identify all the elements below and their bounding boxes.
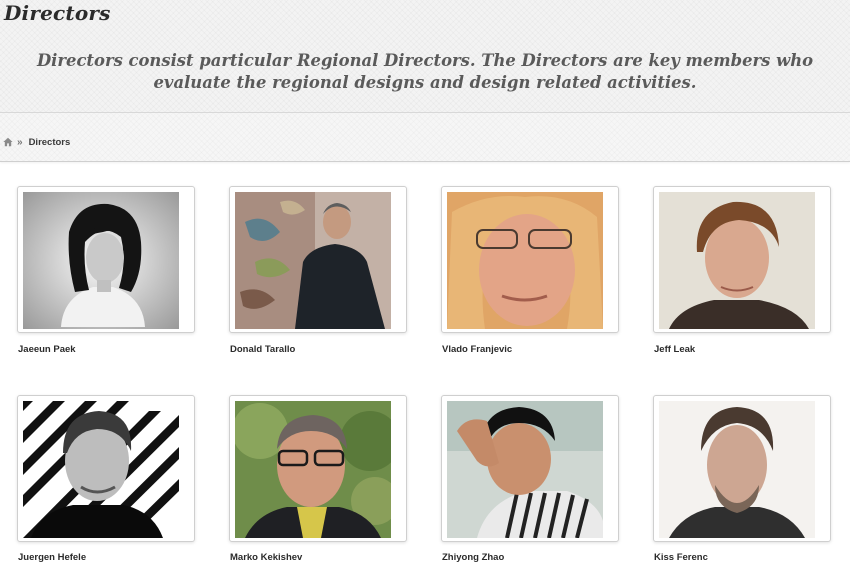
director-photo-card[interactable] <box>17 186 195 333</box>
director-name[interactable]: Vlado Franjevic <box>442 344 642 355</box>
director-photo <box>235 192 391 329</box>
director-name[interactable]: Jeff Leak <box>654 344 850 355</box>
director-photo-card[interactable] <box>653 186 831 333</box>
director-name[interactable]: Donald Tarallo <box>230 344 430 355</box>
director-name[interactable]: Kiss Ferenc <box>654 552 850 563</box>
director-photo <box>23 401 179 538</box>
director-photo <box>23 192 179 329</box>
director-name[interactable]: Marko Kekishev <box>230 552 430 563</box>
director-photo <box>235 401 391 538</box>
director-name[interactable]: Juergen Hefele <box>18 552 218 563</box>
director-photo-card[interactable] <box>653 395 831 542</box>
director-name[interactable]: Jaeeun Paek <box>18 344 218 355</box>
director-photo-card[interactable] <box>441 186 619 333</box>
director-photo <box>447 192 603 329</box>
director-name[interactable]: Zhiyong Zhao <box>442 552 642 563</box>
director-photo <box>659 401 815 538</box>
director-photo-card[interactable] <box>229 186 407 333</box>
director-photo-card[interactable] <box>229 395 407 542</box>
directors-grid: Jaeeun Paek Donald Tarallo Vlado Franjev… <box>0 0 850 583</box>
director-photo <box>659 192 815 329</box>
director-photo-card[interactable] <box>17 395 195 542</box>
director-photo-card[interactable] <box>441 395 619 542</box>
director-photo <box>447 401 603 538</box>
